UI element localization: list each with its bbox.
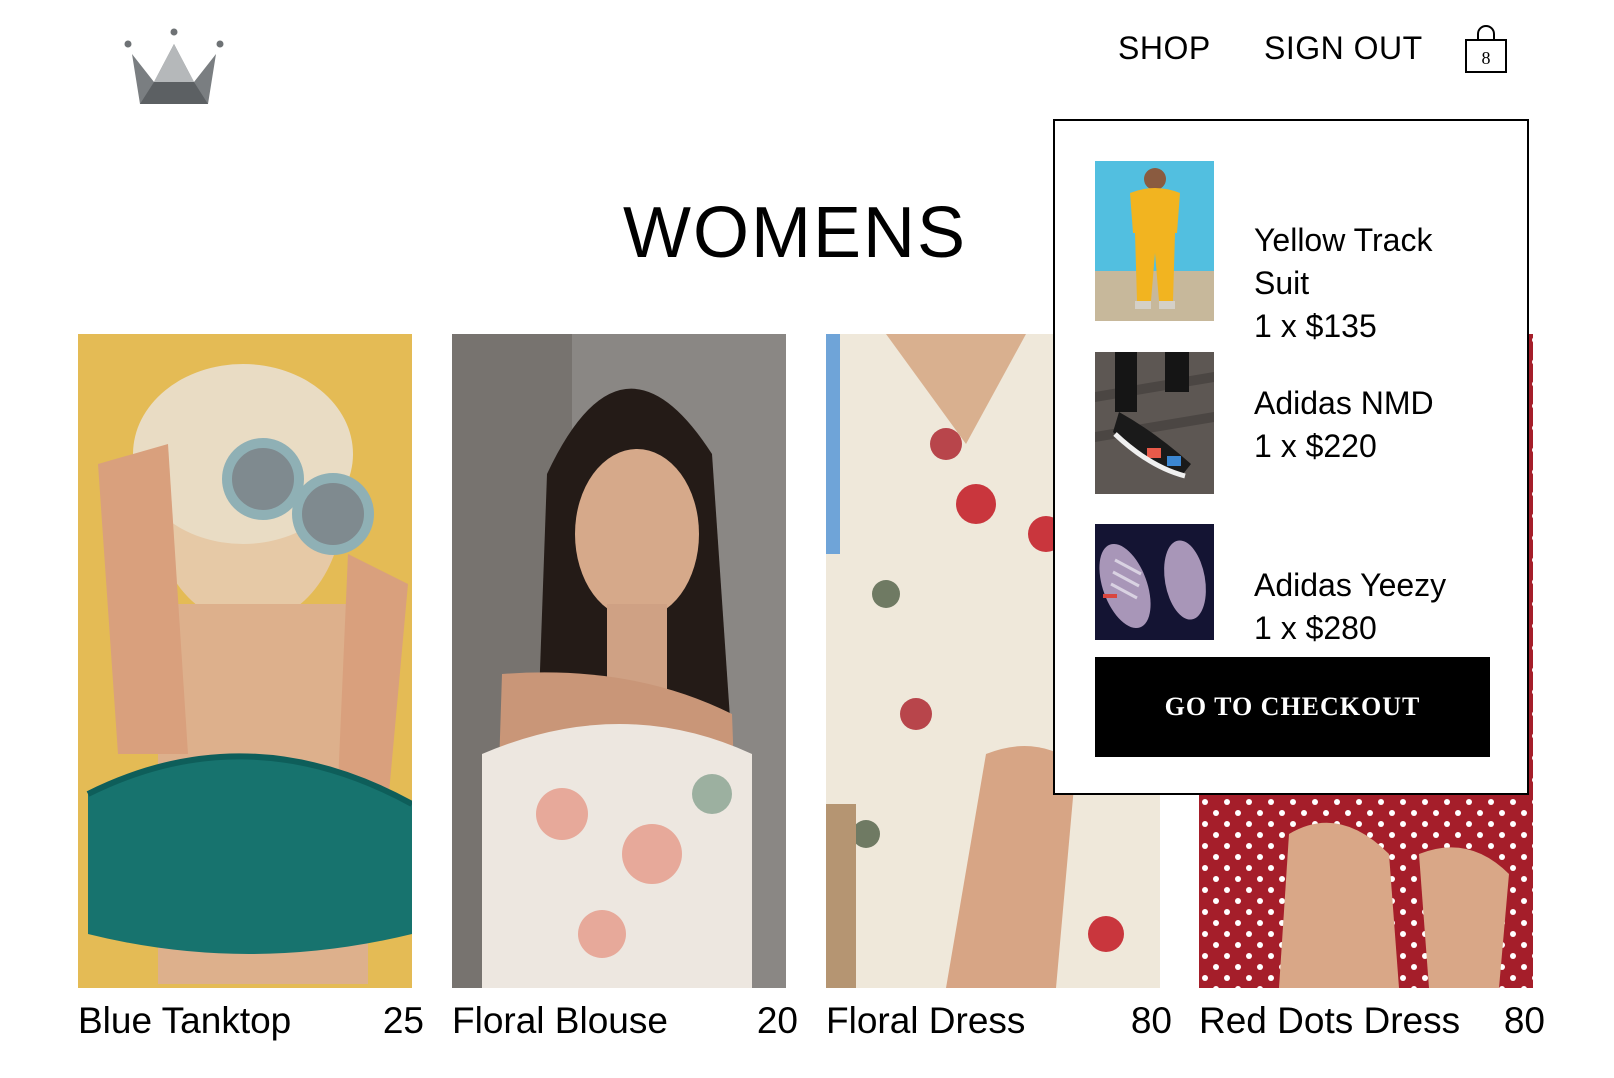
product-card[interactable]: Blue Tanktop 25 <box>78 334 424 1041</box>
cart-dropdown: Yellow Track Suit 1 x $135 Adidas NMD 1 … <box>1053 119 1529 795</box>
cart-item-name: Adidas NMD <box>1254 385 1434 421</box>
nav-shop-link[interactable]: SHOP <box>1118 30 1211 67</box>
cart-item-image <box>1095 161 1214 321</box>
nav-sign-out-link[interactable]: SIGN OUT <box>1264 30 1423 67</box>
product-price: 25 <box>382 1000 424 1041</box>
checkout-button[interactable]: GO TO CHECKOUT <box>1095 657 1490 757</box>
product-price: 80 <box>1130 1000 1172 1041</box>
cart-item-name: Adidas Yeezy <box>1254 567 1447 603</box>
product-image[interactable] <box>78 334 412 988</box>
product-image[interactable] <box>452 334 786 988</box>
product-card[interactable]: Floral Blouse 20 <box>452 334 798 1041</box>
product-name: Floral Blouse <box>452 1000 668 1041</box>
cart-item-quantity-price: 1 x $280 <box>1254 610 1377 646</box>
crown-logo-icon[interactable] <box>124 24 224 108</box>
cart-item-image <box>1095 524 1214 640</box>
cart-count-badge: 8 <box>1481 48 1491 68</box>
cart-item-quantity-price: 1 x $135 <box>1254 308 1377 344</box>
product-price: 80 <box>1503 1000 1545 1041</box>
cart-item-name: Yellow Track Suit <box>1254 222 1433 301</box>
product-price: 20 <box>756 1000 798 1041</box>
product-name: Floral Dress <box>826 1000 1026 1041</box>
product-name: Red Dots Dress <box>1199 1000 1461 1041</box>
cart-item-image <box>1095 352 1214 494</box>
product-name: Blue Tanktop <box>78 1000 292 1041</box>
cart-button[interactable]: 8 <box>1464 24 1508 74</box>
cart-item-quantity-price: 1 x $220 <box>1254 428 1377 464</box>
